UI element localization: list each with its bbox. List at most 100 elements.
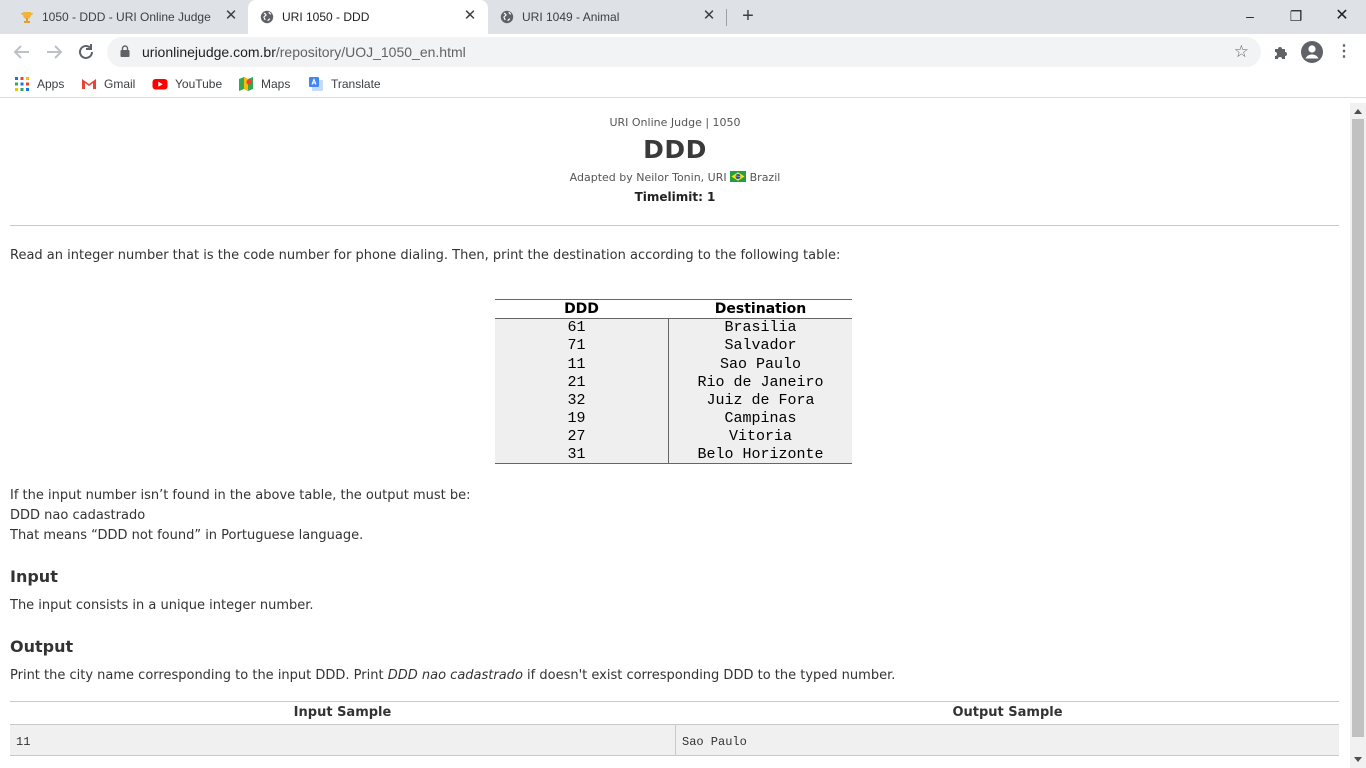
judge-line: URI Online Judge | 1050 xyxy=(609,116,741,129)
reload-icon xyxy=(79,44,93,59)
avatar-icon xyxy=(1301,41,1323,63)
table-cell-ddd: 19 xyxy=(567,410,586,427)
close-tab-icon[interactable]: ✕ xyxy=(462,8,478,24)
bookmark-apps[interactable]: Apps xyxy=(14,75,64,93)
url-text: urionlinejudge.com.br/repository/UOJ_105… xyxy=(142,44,466,60)
tab-title: 1050 - DDD - URI Online Judge xyxy=(42,10,211,24)
page-title: DDD xyxy=(643,135,707,164)
ddd-table: DDD Destination 61 Brasilia 71 Salvador … xyxy=(495,299,852,464)
scroll-down-arrow-icon[interactable] xyxy=(1354,757,1362,762)
input-text: The input consists in a unique integer n… xyxy=(10,598,314,613)
forward-button[interactable] xyxy=(42,40,66,64)
bookmark-label: Maps xyxy=(261,77,291,91)
table-cell-ddd: 71 xyxy=(567,337,586,354)
output-text-before: Print the city name corresponding to the… xyxy=(10,668,388,683)
scrollbar-thumb[interactable] xyxy=(1352,119,1364,737)
extensions-button[interactable] xyxy=(1268,40,1292,64)
output-heading: Output xyxy=(10,637,74,656)
scroll-up-arrow-icon[interactable] xyxy=(1354,109,1362,114)
bookmark-translate[interactable]: Translate xyxy=(308,75,381,93)
divider xyxy=(10,225,1339,226)
back-button[interactable] xyxy=(10,40,34,64)
close-tab-icon[interactable]: ✕ xyxy=(223,8,239,24)
bookmark-star-icon[interactable]: ☆ xyxy=(1234,42,1249,62)
bookmark-maps[interactable]: Maps xyxy=(238,75,290,93)
bookmark-label: YouTube xyxy=(175,77,223,91)
table-cell-destination: Salvador xyxy=(724,337,797,354)
bookmark-gmail[interactable]: Gmail xyxy=(81,75,135,93)
youtube-icon xyxy=(152,79,168,90)
puzzle-icon xyxy=(1275,47,1287,59)
restore-button[interactable]: ❐ xyxy=(1284,4,1308,28)
browser-toolbar: urionlinejudge.com.br/repository/UOJ_105… xyxy=(0,34,1366,70)
table-cell-destination: Juiz de Fora xyxy=(706,392,815,409)
input-sample-header: Input Sample xyxy=(293,705,392,720)
table-cell-ddd: 32 xyxy=(567,392,586,409)
not-found-value: DDD nao cadastrado xyxy=(10,508,146,523)
table-cell-ddd: 31 xyxy=(567,446,586,463)
adapted-by: Adapted by Neilor Tonin, URI xyxy=(569,171,727,184)
intro-text: Read an integer number that is the code … xyxy=(10,248,841,263)
output-sample-header: Output Sample xyxy=(952,705,1063,720)
table-cell-destination: Belo Horizonte xyxy=(697,446,824,463)
reload-button[interactable] xyxy=(74,40,98,64)
samples-divider xyxy=(675,724,676,756)
url-host: urionlinejudge.com.br xyxy=(142,44,276,60)
vertical-scrollbar[interactable] xyxy=(1350,103,1366,768)
output-text: Print the city name corresponding to the… xyxy=(10,668,895,683)
brazil-flag-icon xyxy=(730,171,747,182)
close-tab-icon[interactable]: ✕ xyxy=(701,8,717,24)
bookmarks-bar: Apps Gmail YouTube Maps Translate xyxy=(0,70,1366,98)
table-cell-destination: Sao Paulo xyxy=(719,356,801,373)
arrow-left-icon xyxy=(13,45,29,59)
bookmark-label: Translate xyxy=(331,77,381,91)
meaning-text: That means “DDD not found” in Portuguese… xyxy=(10,528,364,543)
column-header-destination: Destination xyxy=(714,301,807,317)
samples-table: Input Sample Output Sample 11 Sao Paulo xyxy=(10,701,1339,757)
page-content: URI Online Judge | 1050 DDD Adapted by N… xyxy=(0,103,1350,768)
url-path: /repository/UOJ_1050_en.html xyxy=(275,44,466,60)
tab-uri-1050-ddd[interactable]: URI 1050 - DDD ✕ xyxy=(248,0,488,34)
tab-1050-ddd-judge[interactable]: 1050 - DDD - URI Online Judge ✕ xyxy=(8,0,248,34)
arrow-right-icon xyxy=(47,45,63,59)
input-heading: Input xyxy=(10,567,58,586)
menu-kebab-icon[interactable]: ⋮ xyxy=(1332,40,1356,64)
table-cell-destination: Brasilia xyxy=(724,319,797,336)
table-cell-destination: Vitoria xyxy=(728,428,792,445)
bookmark-label: Apps xyxy=(37,77,65,91)
tab-uri-1049-animal[interactable]: URI 1049 - Animal ✕ xyxy=(488,0,728,34)
output-text-after: if doesn't exist corresponding DDD to th… xyxy=(522,668,896,683)
globe-icon xyxy=(260,10,274,24)
bookmark-label: Gmail xyxy=(104,77,136,91)
tab-separator xyxy=(726,9,727,26)
table-cell-ddd: 11 xyxy=(567,356,586,373)
minimize-button[interactable]: – xyxy=(1238,4,1262,28)
close-window-button[interactable]: ✕ xyxy=(1330,4,1354,28)
table-cell-ddd: 27 xyxy=(567,428,586,445)
table-cell-ddd: 21 xyxy=(567,374,586,391)
input-sample-value: 11 xyxy=(16,735,31,749)
browser-tab-strip: 1050 - DDD - URI Online Judge ✕ URI 1050… xyxy=(0,0,1366,34)
bookmark-youtube[interactable]: YouTube xyxy=(152,75,222,93)
table-cell-destination: Campinas xyxy=(724,410,797,427)
tab-title: URI 1049 - Animal xyxy=(522,10,620,24)
gmail-icon xyxy=(82,79,96,89)
globe-icon xyxy=(500,10,514,24)
table-cell-destination: Rio de Janeiro xyxy=(697,374,824,391)
table-cell-ddd: 61 xyxy=(567,319,586,336)
table-header-row: DDD Destination xyxy=(495,300,852,319)
output-sample-value: Sao Paulo xyxy=(682,735,747,749)
timelimit: Timelimit: 1 xyxy=(634,190,716,204)
tab-title: URI 1050 - DDD xyxy=(282,10,370,24)
translate-icon xyxy=(309,77,323,91)
column-header-ddd: DDD xyxy=(564,301,599,317)
profile-button[interactable] xyxy=(1300,40,1324,64)
uri-trophy-icon xyxy=(21,12,33,23)
country: Brazil xyxy=(749,171,781,184)
address-bar[interactable]: urionlinejudge.com.br/repository/UOJ_105… xyxy=(107,37,1261,67)
not-found-text: If the input number isn’t found in the a… xyxy=(10,488,471,503)
new-tab-button[interactable]: + xyxy=(738,6,758,26)
author-line: Adapted by Neilor Tonin, URI Brazil xyxy=(0,171,1350,184)
lock-icon xyxy=(120,45,130,57)
maps-icon xyxy=(239,77,253,91)
